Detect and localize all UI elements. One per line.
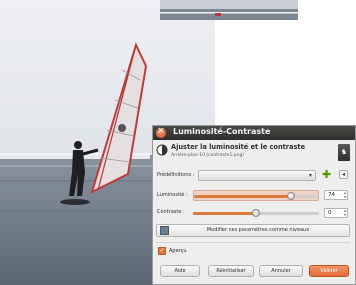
brightness-value: 74 <box>328 192 335 198</box>
presets-label: Prédéfinitions : <box>157 172 195 178</box>
brightness-slider[interactable] <box>193 190 319 201</box>
gimp-icon[interactable]: ♞ <box>338 144 350 161</box>
menu-icon[interactable]: ◂ <box>339 170 348 179</box>
dialog-header-title: Ajuster la luminosité et le contraste <box>171 143 306 151</box>
plus-icon[interactable]: ✚ <box>322 169 331 180</box>
preview-checkbox[interactable]: ✓ <box>158 247 166 255</box>
dialog-header-subtitle: Arrière-plan-10 (contraste1.png) <box>171 153 245 158</box>
spin-arrows-icon[interactable]: ▴ ▾ <box>344 209 346 217</box>
cancel-button[interactable]: Annuler <box>259 265 303 277</box>
contrast-label: Contraste : <box>157 209 185 215</box>
contrast-slider[interactable] <box>193 208 319 219</box>
ok-button[interactable]: Valider <box>309 265 349 277</box>
edit-as-levels-button[interactable]: Modifier ces paramètres comme niveaux <box>156 224 350 237</box>
brightness-contrast-dialog: Luminosité-Contraste Ajuster la luminosi… <box>152 125 356 285</box>
contrast-spinbox[interactable]: 0 ▴ ▾ <box>324 208 348 218</box>
dialog-titlebar: Luminosité-Contraste <box>153 126 355 140</box>
preview-label: Aperçu <box>169 248 187 254</box>
brightness-spinbox[interactable]: 74 ▴ ▾ <box>324 190 348 200</box>
chevron-down-icon: ▾ <box>308 172 312 179</box>
contrast-slider-fill <box>193 212 256 215</box>
brightness-contrast-icon <box>156 144 168 156</box>
reset-button[interactable]: Réinitialiser <box>208 265 254 277</box>
brightness-slider-handle[interactable] <box>286 192 295 200</box>
contrast-slider-handle[interactable] <box>252 209 260 217</box>
close-icon[interactable] <box>156 126 166 138</box>
brightness-label: Luminosité : <box>157 192 188 198</box>
edit-as-levels-label: Modifier ces paramètres comme niveaux <box>206 227 310 233</box>
presets-combo[interactable]: ▾ <box>198 170 316 181</box>
spin-arrows-icon[interactable]: ▴ ▾ <box>344 191 346 199</box>
separator <box>156 242 350 243</box>
help-button[interactable]: Aide <box>160 265 200 277</box>
dialog-title: Luminosité-Contraste <box>173 127 271 136</box>
contrast-value: 0 <box>328 210 332 216</box>
brightness-slider-fill <box>194 195 291 198</box>
